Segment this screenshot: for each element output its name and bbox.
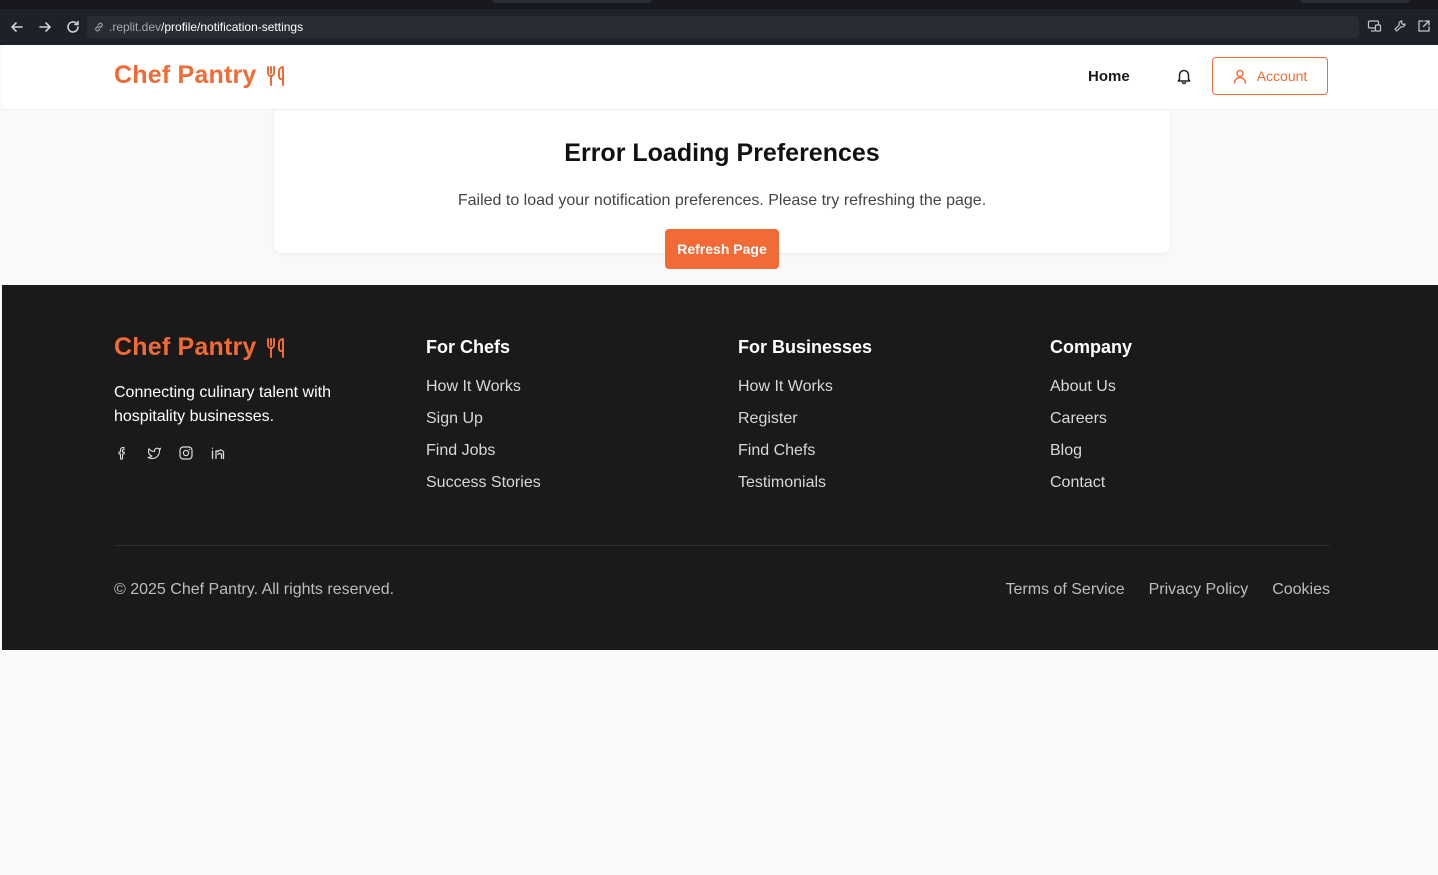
utensils-icon	[266, 337, 286, 359]
footer-link[interactable]: About Us	[1050, 376, 1132, 398]
error-message: Failed to load your notification prefere…	[457, 192, 987, 209]
footer-column-company: Company About Us Careers Blog Contact	[1050, 337, 1132, 504]
footer-link[interactable]: How It Works	[426, 376, 541, 398]
footer-link[interactable]: Success Stories	[426, 472, 541, 494]
footer-link[interactable]: How It Works	[738, 376, 872, 398]
footer-link[interactable]: Contact	[1050, 472, 1132, 494]
footer-column-for-businesses: For Businesses How It Works Register Fin…	[738, 337, 872, 504]
reload-icon[interactable]	[63, 17, 83, 37]
account-label: Account	[1256, 68, 1308, 84]
utensils-icon	[266, 65, 286, 87]
footer-link[interactable]: Careers	[1050, 408, 1132, 430]
footer-divider	[114, 545, 1330, 546]
wrench-icon[interactable]	[1392, 18, 1408, 34]
cookies-link[interactable]: Cookies	[1272, 581, 1330, 599]
forward-arrow-icon[interactable]	[35, 17, 55, 37]
url-path: /profile/notification-settings	[161, 20, 304, 34]
account-button[interactable]: Account	[1212, 57, 1328, 95]
footer-column-title: For Businesses	[738, 337, 873, 357]
logo-text: Chef Pantry	[114, 61, 257, 89]
browser-tab-strip	[0, 0, 1438, 9]
address-bar[interactable]: .replit.dev/profile/notification-setting…	[87, 16, 1359, 38]
linkedin-icon[interactable]	[210, 445, 226, 461]
footer-link[interactable]: Register	[738, 408, 872, 430]
footer-link[interactable]: Blog	[1050, 440, 1132, 462]
footer-column-title: Company	[1050, 337, 1133, 357]
facebook-icon[interactable]	[114, 445, 130, 461]
footer-description: Connecting culinary talent with hospital…	[114, 384, 332, 425]
footer-column-for-chefs: For Chefs How It Works Sign Up Find Jobs…	[426, 337, 541, 504]
copyright: © 2025 Chef Pantry. All rights reserved.	[114, 581, 395, 598]
footer-link[interactable]: Find Jobs	[426, 440, 541, 462]
site-footer: Chef Pantry Connecting culinary talent w…	[2, 285, 1438, 650]
link-icon	[93, 21, 105, 33]
cast-icon[interactable]	[1366, 18, 1382, 34]
footer-link[interactable]: Testimonials	[738, 472, 872, 494]
footer-logo-text: Chef Pantry	[114, 333, 257, 361]
nav-home-link[interactable]: Home	[1088, 68, 1130, 85]
instagram-icon[interactable]	[178, 445, 194, 461]
user-icon	[1233, 69, 1247, 84]
footer-link[interactable]: Sign Up	[426, 408, 541, 430]
back-arrow-icon[interactable]	[7, 17, 27, 37]
url-domain: .replit.dev	[109, 20, 162, 34]
page: Error Loading Preferences Failed to load…	[2, 45, 1438, 875]
social-links	[114, 445, 226, 461]
browser-chrome: .replit.dev/profile/notification-setting…	[0, 0, 1438, 45]
footer-column-title: For Chefs	[426, 337, 511, 357]
browser-tab[interactable]	[492, 0, 652, 3]
browser-tab[interactable]	[1300, 0, 1410, 3]
error-card: Error Loading Preferences Failed to load…	[274, 85, 1170, 269]
external-link-icon[interactable]	[1416, 18, 1432, 34]
site-logo[interactable]: Chef Pantry	[114, 61, 286, 90]
legal-links: Terms of Service Privacy Policy Cookies	[1005, 581, 1330, 599]
terms-link[interactable]: Terms of Service	[1005, 581, 1124, 599]
privacy-link[interactable]: Privacy Policy	[1149, 581, 1249, 599]
bell-icon[interactable]	[1175, 67, 1193, 85]
twitter-icon[interactable]	[146, 445, 162, 461]
footer-link[interactable]: Find Chefs	[738, 440, 872, 462]
refresh-page-button[interactable]: Refresh Page	[665, 229, 779, 269]
footer-logo[interactable]: Chef Pantry	[114, 333, 286, 362]
site-header: Chef Pantry Home Account	[2, 45, 1438, 110]
error-title: Error Loading Preferences	[564, 139, 880, 167]
